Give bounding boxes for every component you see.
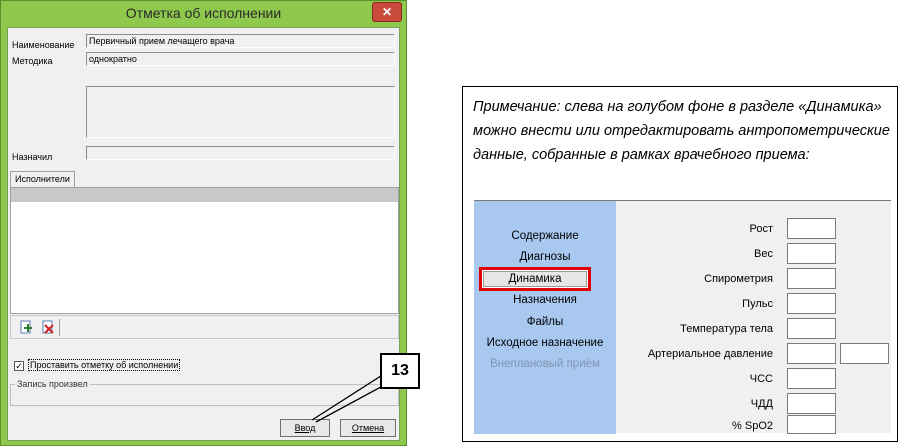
spo2-input[interactable] xyxy=(787,415,836,434)
cancel-button[interactable]: Отмена xyxy=(340,419,396,437)
mark-execution-label[interactable]: Проставить отметку об исполнении xyxy=(28,359,181,371)
sidebar: Содержание Диагнозы Динамика Назначения … xyxy=(474,201,616,434)
executors-list[interactable] xyxy=(10,187,399,314)
sidebar-item-dynamics[interactable]: Динамика xyxy=(479,267,591,291)
blood-pressure-diastolic-input[interactable] xyxy=(840,343,889,364)
heart-rate-label: ЧСС xyxy=(749,373,773,385)
respiratory-rate-input[interactable] xyxy=(787,393,836,414)
execution-mark-dialog: Отметка об исполнении ✕ Наименование Пер… xyxy=(0,0,407,446)
temperature-input[interactable] xyxy=(787,318,836,339)
blood-pressure-systolic-input[interactable] xyxy=(787,343,836,364)
list-header xyxy=(11,188,398,202)
tab-executors[interactable]: Исполнители xyxy=(10,171,75,187)
spirometry-label: Спирометрия xyxy=(704,273,773,285)
sidebar-item-original-prescription[interactable]: Исходное назначение xyxy=(474,337,616,349)
temperature-label: Температура тела xyxy=(680,323,773,335)
assigned-label: Назначил xyxy=(12,152,53,162)
dialog-body: Наименование Первичный прием лечащего вр… xyxy=(7,27,400,441)
respiratory-rate-label: ЧДД xyxy=(750,398,773,410)
sidebar-item-unscheduled: Внеплановый приём xyxy=(490,358,600,370)
height-input[interactable] xyxy=(787,218,836,239)
sidebar-item-files[interactable]: Файлы xyxy=(474,316,616,328)
pulse-input[interactable] xyxy=(787,293,836,314)
heart-rate-input[interactable] xyxy=(787,368,836,389)
method-field[interactable]: однократно xyxy=(86,52,395,66)
weight-label: Вес xyxy=(754,248,773,260)
add-icon[interactable] xyxy=(19,320,33,334)
note-text: Примечание: слева на голубом фоне в разд… xyxy=(473,99,890,163)
height-label: Рост xyxy=(749,223,773,235)
close-button[interactable]: ✕ xyxy=(372,2,402,22)
recorded-by-label: Запись произвел xyxy=(15,379,90,389)
ok-button[interactable]: Ввод xyxy=(280,419,330,437)
sidebar-item-dynamics-label: Динамика xyxy=(483,271,587,287)
dialog-title: Отметка об исполнении xyxy=(125,5,282,21)
dynamics-panel: Содержание Диагнозы Динамика Назначения … xyxy=(474,200,891,434)
spirometry-input[interactable] xyxy=(787,268,836,289)
toolbar-separator xyxy=(59,319,60,336)
callout-badge: 13 xyxy=(380,353,420,389)
notes-memo[interactable] xyxy=(86,86,395,138)
method-label: Методика xyxy=(12,56,53,66)
recorded-by-group: Запись произвел xyxy=(10,379,399,406)
weight-input[interactable] xyxy=(787,243,836,264)
assigned-field[interactable] xyxy=(86,146,395,160)
list-toolbar xyxy=(10,315,399,339)
spo2-label: % SpO2 xyxy=(732,420,773,432)
mark-execution-checkbox[interactable]: ✓ xyxy=(14,361,24,371)
sidebar-item-content[interactable]: Содержание xyxy=(474,230,616,242)
sidebar-item-diagnoses[interactable]: Диагнозы xyxy=(474,251,616,263)
pulse-label: Пульс xyxy=(742,298,773,310)
delete-icon[interactable] xyxy=(41,320,55,334)
sidebar-item-prescriptions[interactable]: Назначения xyxy=(474,294,616,306)
blood-pressure-label: Артериальное давление xyxy=(647,348,773,360)
note-box: Примечание: слева на голубом фоне в разд… xyxy=(462,86,898,442)
name-label: Наименование xyxy=(12,40,75,50)
name-field[interactable]: Первичный прием лечащего врача xyxy=(86,34,395,48)
